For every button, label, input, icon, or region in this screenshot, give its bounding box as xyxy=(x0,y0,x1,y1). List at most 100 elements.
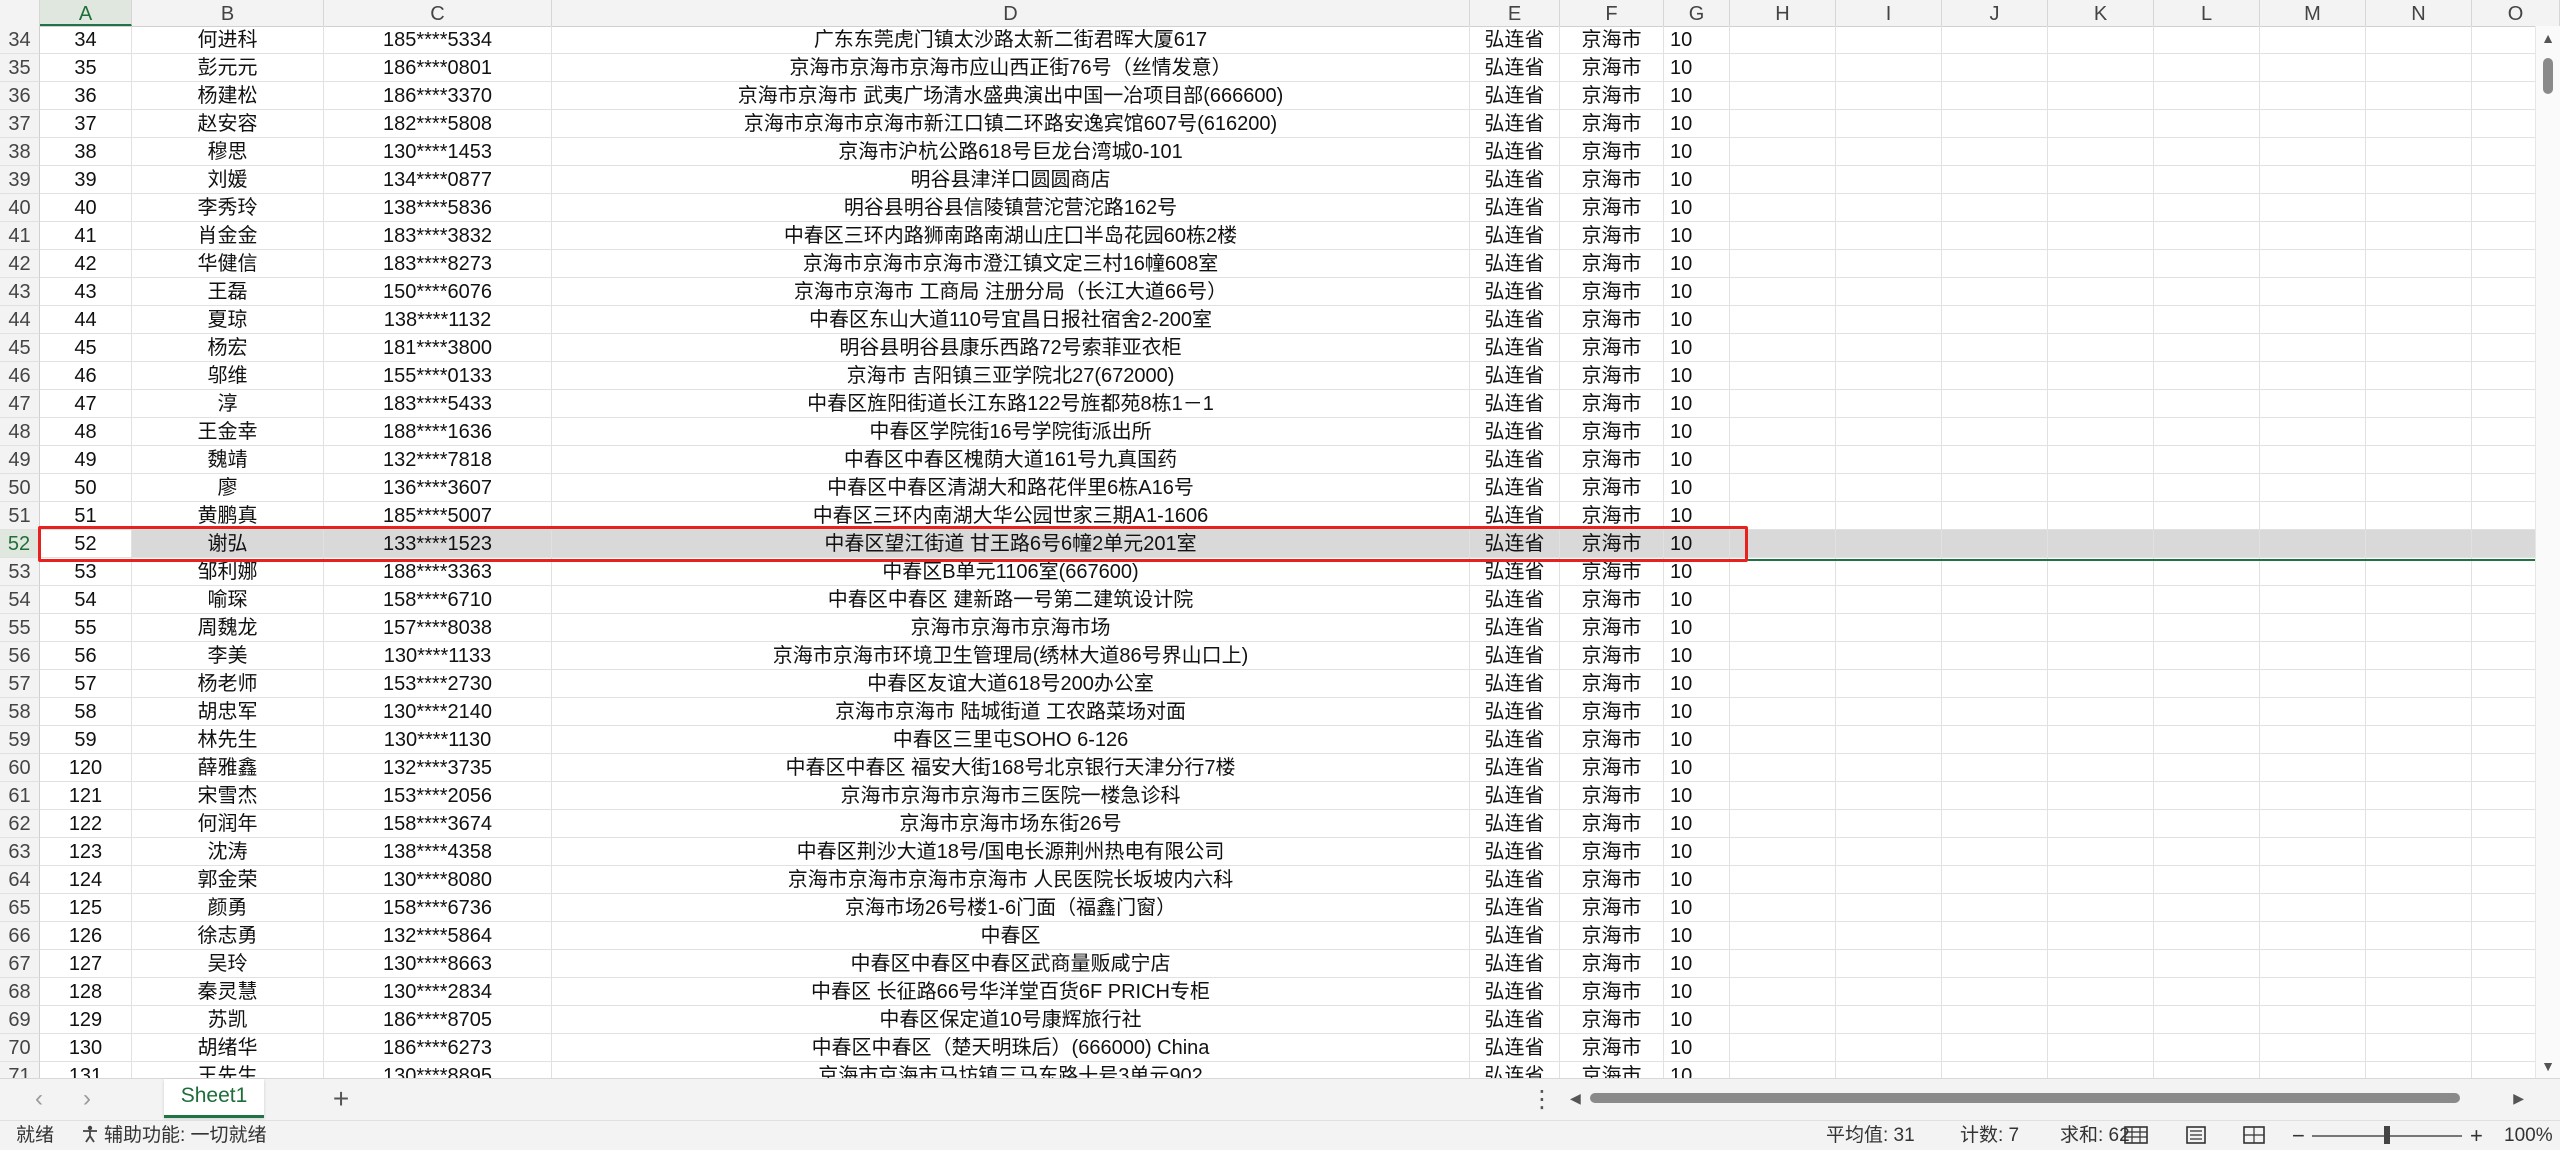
cell-empty[interactable] xyxy=(2260,922,2366,950)
cell-b[interactable]: 郭金荣 xyxy=(132,866,324,894)
cell-d[interactable]: 京海市京海市 陆城街道 工农路菜场对面 xyxy=(552,698,1470,726)
cell-empty[interactable] xyxy=(2048,782,2154,810)
cell-empty[interactable] xyxy=(2154,586,2260,614)
cell-empty[interactable] xyxy=(2366,1034,2472,1062)
cell-empty[interactable] xyxy=(1942,698,2048,726)
cell-a[interactable]: 130 xyxy=(40,1034,132,1062)
cell-e[interactable]: 弘连省 xyxy=(1470,446,1560,474)
table-row[interactable]: 60 120 薛雅鑫 132****3735 中春区中春区 福安大街168号北京银行天津… xyxy=(0,754,2536,782)
cell-empty[interactable] xyxy=(1836,26,1942,54)
cell-empty[interactable] xyxy=(1942,614,2048,642)
cell-empty[interactable] xyxy=(2154,1034,2260,1062)
status-count[interactable]: 计数: 7 xyxy=(1960,1121,2019,1150)
cell-empty[interactable] xyxy=(2472,922,2536,950)
cell-empty[interactable] xyxy=(2472,222,2536,250)
row-number[interactable]: 56 xyxy=(0,642,40,670)
cell-empty[interactable] xyxy=(2472,1034,2536,1062)
column-header-f[interactable]: F xyxy=(1560,0,1664,26)
cell-a[interactable]: 124 xyxy=(40,866,132,894)
cell-a[interactable]: 34 xyxy=(40,26,132,54)
zoom-slider-thumb[interactable] xyxy=(2384,1126,2390,1144)
cell-empty[interactable] xyxy=(2154,334,2260,362)
cell-empty[interactable] xyxy=(2048,810,2154,838)
cell-b[interactable]: 喻琛 xyxy=(132,586,324,614)
row-number[interactable]: 46 xyxy=(0,362,40,390)
table-row[interactable]: 38 38 穆思 130****1453 京海市沪杭公路618号巨龙台湾城0-101 弘连… xyxy=(0,138,2536,166)
table-row[interactable]: 66 126 徐志勇 132****5864 中春区 弘连省 京海市 10 xyxy=(0,922,2536,950)
cell-empty[interactable] xyxy=(1730,670,1836,698)
cell-f[interactable]: 京海市 xyxy=(1560,614,1664,642)
cell-empty[interactable] xyxy=(1730,390,1836,418)
cell-b[interactable]: 颜勇 xyxy=(132,894,324,922)
cell-empty[interactable] xyxy=(2366,26,2472,54)
cell-empty[interactable] xyxy=(2260,82,2366,110)
cell-empty[interactable] xyxy=(2366,278,2472,306)
cell-d[interactable]: 京海市京海市场东街26号 xyxy=(552,810,1470,838)
cell-empty[interactable] xyxy=(1730,446,1836,474)
cell-a[interactable]: 122 xyxy=(40,810,132,838)
cell-a[interactable]: 45 xyxy=(40,334,132,362)
table-row[interactable]: 54 54 喻琛 158****6710 中春区中春区 建新路一号第二建筑设计院 弘连省京… xyxy=(0,586,2536,614)
cell-g[interactable]: 10 xyxy=(1664,194,1730,222)
cell-empty[interactable] xyxy=(2260,1034,2366,1062)
cell-b[interactable]: 刘媛 xyxy=(132,166,324,194)
cell-a[interactable]: 36 xyxy=(40,82,132,110)
cell-e[interactable]: 弘连省 xyxy=(1470,54,1560,82)
cell-c[interactable]: 133****1523 xyxy=(324,530,552,558)
cell-empty[interactable] xyxy=(1836,474,1942,502)
cell-empty[interactable] xyxy=(2048,194,2154,222)
cell-e[interactable]: 弘连省 xyxy=(1470,810,1560,838)
cell-c[interactable]: 130****8663 xyxy=(324,950,552,978)
cell-empty[interactable] xyxy=(2260,642,2366,670)
cell-empty[interactable] xyxy=(1942,222,2048,250)
cell-empty[interactable] xyxy=(1942,474,2048,502)
cell-empty[interactable] xyxy=(1942,558,2048,586)
cell-empty[interactable] xyxy=(2366,418,2472,446)
table-row[interactable]: 59 59 林先生 130****1130 中春区三里屯SOHO 6-126 弘连省 京海市… xyxy=(0,726,2536,754)
cell-d[interactable]: 中春区中春区（楚天明珠后）(666000) China xyxy=(552,1034,1470,1062)
cell-g[interactable]: 10 xyxy=(1664,558,1730,586)
scroll-right-icon[interactable]: ▶ xyxy=(2513,1087,2524,1109)
cell-empty[interactable] xyxy=(2154,306,2260,334)
cell-empty[interactable] xyxy=(2154,670,2260,698)
cell-empty[interactable] xyxy=(2366,306,2472,334)
cell-empty[interactable] xyxy=(2472,194,2536,222)
cell-empty[interactable] xyxy=(2260,810,2366,838)
cell-g[interactable]: 10 xyxy=(1664,726,1730,754)
cell-empty[interactable] xyxy=(2472,390,2536,418)
cell-e[interactable]: 弘连省 xyxy=(1470,1034,1560,1062)
cell-f[interactable]: 京海市 xyxy=(1560,642,1664,670)
cell-f[interactable]: 京海市 xyxy=(1560,530,1664,558)
cell-empty[interactable] xyxy=(2472,502,2536,530)
cell-empty[interactable] xyxy=(2472,642,2536,670)
table-row[interactable]: 34 34 何进科 185****5334 广东东莞虎门镇太沙路太新二街君晖大厦617 弘… xyxy=(0,26,2536,54)
cell-a[interactable]: 56 xyxy=(40,642,132,670)
cell-d[interactable]: 中春区三里屯SOHO 6-126 xyxy=(552,726,1470,754)
cell-a[interactable]: 129 xyxy=(40,1006,132,1034)
row-number[interactable]: 49 xyxy=(0,446,40,474)
cell-e[interactable]: 弘连省 xyxy=(1470,306,1560,334)
row-number[interactable]: 65 xyxy=(0,894,40,922)
cell-b[interactable]: 淳 xyxy=(132,390,324,418)
cell-a[interactable]: 127 xyxy=(40,950,132,978)
cell-b[interactable]: 穆思 xyxy=(132,138,324,166)
normal-view-icon[interactable] xyxy=(2122,1125,2150,1145)
cell-empty[interactable] xyxy=(1942,530,2048,558)
cell-d[interactable]: 中春区旌阳街道长江东路122号旌都苑8栋1－1 xyxy=(552,390,1470,418)
table-row[interactable]: 53 53 邹利娜 188****3363 中春区B单元1106室(667600) 弘连省… xyxy=(0,558,2536,586)
cell-empty[interactable] xyxy=(1942,82,2048,110)
cell-b[interactable]: 魏靖 xyxy=(132,446,324,474)
cell-c[interactable]: 158****6736 xyxy=(324,894,552,922)
cell-d[interactable]: 明谷县津洋口圆圆商店 xyxy=(552,166,1470,194)
cell-empty[interactable] xyxy=(2048,586,2154,614)
cell-empty[interactable] xyxy=(1942,502,2048,530)
cell-d[interactable]: 京海市京海市环境卫生管理局(绣林大道86号界山口上) xyxy=(552,642,1470,670)
cell-empty[interactable] xyxy=(2472,614,2536,642)
column-header-m[interactable]: M xyxy=(2260,0,2366,26)
cell-empty[interactable] xyxy=(2472,250,2536,278)
cell-empty[interactable] xyxy=(1730,1034,1836,1062)
cell-empty[interactable] xyxy=(2260,726,2366,754)
cell-a[interactable]: 120 xyxy=(40,754,132,782)
row-number[interactable]: 59 xyxy=(0,726,40,754)
cell-b[interactable]: 王磊 xyxy=(132,278,324,306)
